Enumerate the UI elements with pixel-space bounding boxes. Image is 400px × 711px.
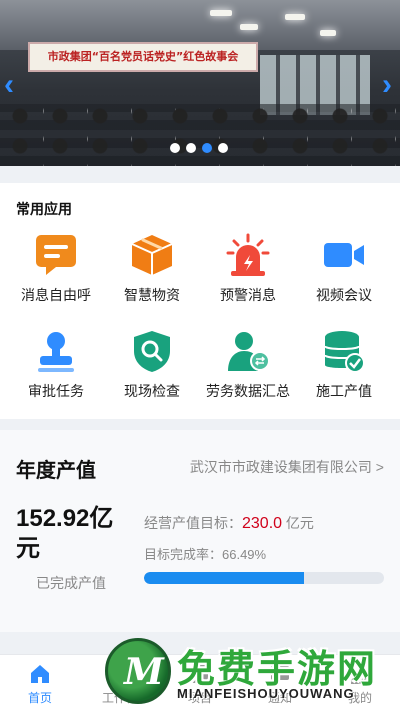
banner-screen-text: 市政集团“百名党员话党史”红色故事会: [47, 50, 239, 63]
message-icon: [34, 233, 78, 277]
annual-value-heading: 年度产值: [16, 460, 96, 482]
inspect-icon: [130, 329, 174, 373]
completion-progress-fill: [144, 572, 304, 584]
watermark-logo-letter: M: [124, 651, 164, 693]
app-label: 审批任务: [28, 383, 84, 399]
app-label: 劳务数据汇总: [206, 383, 290, 399]
alarm-icon: [226, 233, 270, 277]
banner-carousel[interactable]: 市政集团“百名党员话党史”红色故事会 ‹ ›: [0, 0, 400, 166]
app-labor-data[interactable]: 劳务数据汇总: [198, 329, 298, 401]
watermark-subtitle: MIANFEISHOUYOUWANG: [177, 686, 355, 701]
ceiling-light: [210, 10, 232, 16]
app-message[interactable]: 消息自由呼: [6, 233, 106, 305]
worker-icon: [226, 329, 270, 373]
app-construction-value[interactable]: 施工产值: [294, 329, 394, 401]
completion-progress-bar: [144, 572, 384, 584]
common-apps-title: 常用应用: [16, 201, 72, 217]
tab-label: 首页: [27, 691, 52, 705]
banner-pagination: [170, 143, 228, 153]
pagination-dot[interactable]: [186, 143, 196, 153]
app-label: 施工产值: [316, 383, 372, 399]
pagination-dot[interactable]: [170, 143, 180, 153]
ceiling-light: [320, 30, 336, 36]
pagination-dot-active[interactable]: [202, 143, 212, 153]
app-warning[interactable]: 预警消息: [198, 233, 298, 305]
banner-prev-button[interactable]: ‹: [4, 68, 14, 102]
pagination-dot[interactable]: [218, 143, 228, 153]
app-label: 预警消息: [220, 287, 276, 303]
app-label: 消息自由呼: [21, 287, 91, 303]
banner-next-button[interactable]: ›: [382, 68, 392, 102]
database-icon: [322, 329, 366, 373]
common-apps-card: 常用应用 消息自由呼 智慧物资 预警消息 视频会议 审批任务 现场检查 劳务数据…: [0, 183, 400, 419]
app-label: 视频会议: [316, 287, 372, 303]
completion-rate: 目标完成率：66.49%: [144, 547, 267, 562]
completed-value-label: 已完成产值: [36, 575, 106, 591]
app-site-inspection[interactable]: 现场检查: [102, 329, 202, 401]
banner-audience: [0, 96, 400, 166]
target-label: 经营产值目标：: [144, 515, 242, 531]
app-label: 智慧物资: [124, 287, 180, 303]
target-row: 经营产值目标：230.0 亿元: [144, 513, 314, 533]
home-icon: [29, 663, 51, 685]
tab-home[interactable]: 首页: [0, 655, 80, 711]
app-approval[interactable]: 审批任务: [6, 329, 106, 401]
target-value: 230.0: [242, 515, 283, 532]
ceiling-light: [285, 14, 305, 20]
box-icon: [130, 233, 174, 277]
stamp-icon: [34, 329, 78, 373]
watermark-title: 免费手游网: [177, 647, 378, 691]
app-smart-materials[interactable]: 智慧物资: [102, 233, 202, 305]
app-label: 现场检查: [124, 383, 180, 399]
ceiling-light: [240, 24, 258, 30]
company-selector-link[interactable]: 武汉市市政建设集团有限公司 >: [190, 457, 384, 477]
watermark-logo: M: [105, 638, 171, 704]
banner-screen: 市政集团“百名党员话党史”红色故事会: [28, 42, 258, 72]
watermark: M 免费手游网 MIANFEISHOUYOUWANG: [105, 636, 400, 711]
video-icon: [322, 233, 366, 277]
target-unit: 亿元: [282, 515, 314, 531]
app-video-meeting[interactable]: 视频会议: [294, 233, 394, 305]
completed-value: 152.92亿元: [16, 505, 114, 562]
annual-value-card: 年度产值 武汉市市政建设集团有限公司 > 152.92亿元 已完成产值 经营产值…: [0, 430, 400, 632]
